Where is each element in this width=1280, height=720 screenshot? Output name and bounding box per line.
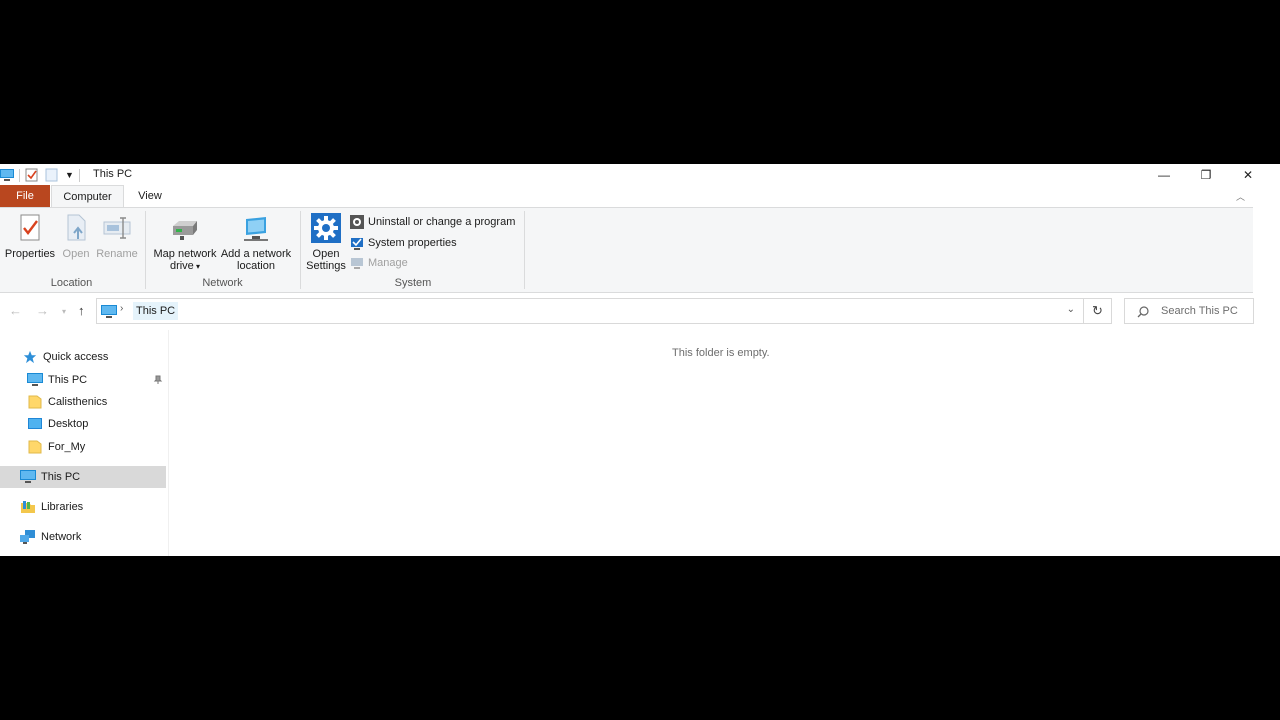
network-group-label: Network [202, 277, 243, 289]
location-group: Properties Open Rename Location [0, 208, 143, 292]
folder-icon [28, 395, 42, 409]
map-network-drive-label-1: Map network [153, 248, 217, 260]
nav-quick-access-label: Quick access [43, 351, 109, 363]
pin-icon[interactable] [153, 375, 163, 385]
properties-label: Properties [4, 248, 56, 260]
tab-computer[interactable]: Computer [51, 185, 124, 207]
properties-qat-icon[interactable] [25, 168, 39, 182]
uninstall-icon [350, 215, 364, 229]
network-drive-icon [173, 221, 197, 240]
address-bar[interactable]: › This PC ⌄ [96, 298, 1084, 324]
system-properties-label: System properties [368, 237, 457, 249]
rename-label: Rename [96, 248, 138, 260]
address-dropdown-icon[interactable]: ⌄ [1067, 304, 1075, 315]
manage-icon [351, 258, 363, 269]
empty-folder-message: This folder is empty. [672, 347, 770, 359]
open-settings-button[interactable]: Open Settings [304, 212, 348, 272]
breadcrumb-separator-icon[interactable]: › [120, 303, 123, 314]
nav-quick-desktop-label: Desktop [48, 418, 89, 430]
window-title: This PC [93, 168, 133, 180]
quick-access-toolbar: ▼ [0, 167, 85, 183]
uninstall-label: Uninstall or change a program [368, 216, 516, 228]
nav-this-pc-label: This PC [41, 471, 81, 483]
close-button[interactable]: ✕ [1227, 164, 1269, 185]
restore-button[interactable]: ❐ [1185, 164, 1227, 185]
desktop-icon [28, 418, 42, 429]
qat-dropdown-icon[interactable]: ▼ [65, 170, 74, 180]
manage-label: Manage [368, 257, 408, 269]
system-properties-icon [351, 238, 363, 250]
refresh-button[interactable]: ↻ [1084, 298, 1112, 324]
network-group: Map network drive ▾ Add a network locati… [147, 208, 298, 292]
add-network-location-button[interactable]: Add a network location [219, 212, 293, 272]
restore-icon: ❐ [1200, 167, 1212, 182]
open-label: Open [62, 248, 90, 260]
new-folder-qat-icon[interactable] [45, 168, 59, 182]
tab-view[interactable]: View [128, 185, 172, 207]
nav-quick-desktop[interactable]: Desktop [27, 413, 88, 435]
properties-icon [20, 214, 40, 241]
ribbon-tabs: File Computer View ︿ [0, 185, 1253, 207]
location-group-label: Location [50, 277, 93, 289]
this-pc-icon [27, 373, 43, 386]
this-pc-icon[interactable] [0, 169, 14, 181]
this-pc-icon [20, 470, 36, 483]
nav-libraries[interactable]: Libraries [20, 496, 83, 518]
add-network-location-label-1: Add a network [220, 248, 292, 260]
properties-button[interactable]: Properties [4, 212, 56, 260]
dropdown-arrow-icon: ▾ [193, 262, 201, 271]
nav-network-label: Network [41, 531, 82, 543]
nav-quick-access[interactable]: Quick access [22, 346, 108, 368]
star-icon [23, 350, 37, 364]
map-network-drive-button[interactable]: Map network drive ▾ [150, 212, 220, 273]
breadcrumb-this-pc[interactable]: This PC [133, 302, 179, 320]
nav-libraries-label: Libraries [41, 501, 84, 513]
nav-quick-for-my-label: For_My [48, 441, 86, 453]
nav-quick-calisthenics-label: Calisthenics [48, 396, 108, 408]
network-location-icon [244, 217, 268, 241]
navigation-pane: Quick access This PC Calisthenics Deskto… [0, 330, 168, 556]
uninstall-program-button[interactable]: Uninstall or change a program [350, 213, 515, 231]
back-arrow-icon[interactable]: ← [9, 303, 22, 318]
open-settings-label-2: Settings [306, 260, 346, 272]
manage-button[interactable]: Manage [350, 254, 408, 272]
recent-locations-icon[interactable]: ▾ [62, 307, 66, 316]
libraries-icon [21, 501, 35, 513]
system-properties-button[interactable]: System properties [350, 234, 457, 252]
refresh-icon: ↻ [1092, 303, 1103, 318]
nav-quick-calisthenics[interactable]: Calisthenics [27, 391, 107, 413]
open-button[interactable]: Open [58, 212, 94, 260]
nav-this-pc[interactable]: This PC [0, 466, 166, 488]
folder-icon [28, 440, 42, 454]
rename-icon [103, 217, 131, 239]
minimize-button[interactable]: — [1143, 164, 1185, 185]
minimize-icon: — [1158, 167, 1170, 182]
open-icon [67, 214, 86, 241]
address-pc-icon [101, 305, 117, 318]
nav-quick-this-pc[interactable]: This PC [27, 369, 167, 391]
title-bar: ▼ This PC — ❐ ✕ [0, 164, 1280, 185]
forward-arrow-icon[interactable]: → [36, 303, 49, 318]
network-icon [20, 530, 35, 544]
open-settings-label-1: Open [312, 248, 340, 260]
pane-divider[interactable] [168, 330, 169, 556]
add-network-location-label-2: location [237, 260, 275, 272]
search-icon [1137, 306, 1149, 318]
ribbon: Properties Open Rename Location Map netw… [0, 207, 1253, 293]
nav-quick-for-my[interactable]: For_My [27, 436, 85, 458]
explorer-window: ▼ This PC — ❐ ✕ File Computer View ︿ Pro… [0, 164, 1280, 556]
nav-network[interactable]: Network [20, 526, 81, 548]
search-box[interactable]: Search This PC [1124, 298, 1254, 324]
settings-gear-icon [311, 213, 341, 243]
up-arrow-icon[interactable]: ↑ [78, 303, 85, 318]
map-network-drive-label-2: drive [169, 260, 194, 272]
collapse-ribbon-icon[interactable]: ︿ [1236, 190, 1245, 203]
address-row: ← → ▾ ↑ › This PC ⌄ ↻ Search This PC [0, 295, 1280, 327]
nav-quick-this-pc-label: This PC [48, 374, 88, 386]
close-icon: ✕ [1242, 167, 1254, 182]
search-placeholder: Search This PC [1161, 305, 1238, 317]
tab-file[interactable]: File [0, 185, 50, 207]
rename-button[interactable]: Rename [96, 212, 138, 260]
system-group-label: System [394, 277, 432, 289]
